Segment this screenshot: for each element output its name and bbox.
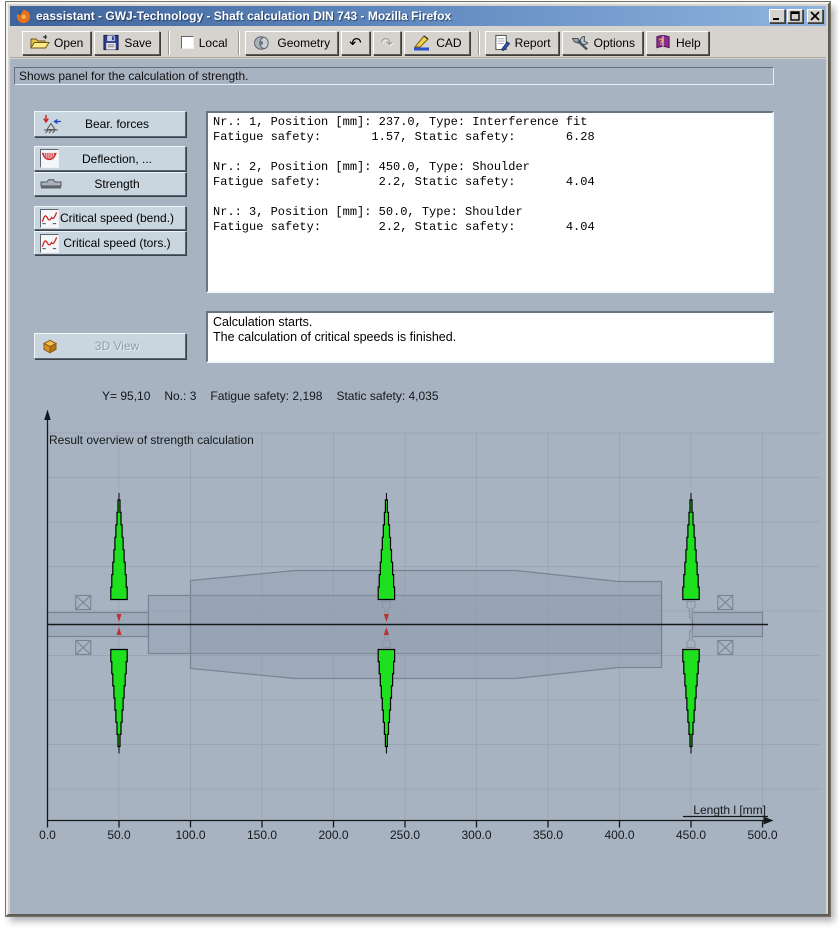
x-tick-label: 0.0 (39, 828, 56, 842)
x-tick-label: 500.0 (747, 828, 777, 842)
help-book-icon: ? (654, 34, 672, 51)
titlebar[interactable]: eassistant - GWJ-Technology - Shaft calc… (10, 6, 826, 26)
x-axis-label: Length l [mm] (693, 803, 766, 817)
undo-icon: ↶ (349, 36, 362, 50)
readout-y: Y= 95,10 (102, 389, 150, 403)
cad-label: CAD (436, 36, 461, 50)
open-folder-icon (30, 34, 50, 51)
bearing-forces-icon (40, 114, 62, 134)
x-tick-label: 50.0 (107, 828, 131, 842)
close-icon (810, 11, 820, 21)
geometry-label: Geometry (277, 36, 330, 50)
strength-shaft-icon (40, 178, 62, 190)
x-tick-label: 400.0 (604, 828, 634, 842)
critical-speed-tors-button[interactable]: Critical speed (tors.) (34, 231, 186, 255)
deflection-button[interactable]: Deflection, ... (34, 146, 186, 171)
calculation-log-textarea[interactable]: Calculation starts. The calculation of c… (206, 311, 774, 363)
app-window: eassistant - GWJ-Technology - Shaft calc… (6, 2, 830, 916)
help-button[interactable]: ? Help (646, 31, 709, 55)
local-label: Local (199, 36, 228, 50)
window-title: eassistant - GWJ-Technology - Shaft calc… (36, 9, 767, 23)
strength-results-textarea[interactable]: Nr.: 1, Position [mm]: 237.0, Type: Inte… (206, 111, 774, 293)
help-label: Help (676, 36, 701, 50)
view-3d-button[interactable]: 3D View (34, 333, 186, 359)
cursor-readout: Y= 95,10 No.: 3 Fatigue safety: 2,198 Stati… (102, 389, 453, 403)
maximize-button[interactable] (787, 9, 803, 23)
cad-button[interactable]: CAD (404, 31, 469, 55)
options-label: Options (594, 36, 635, 50)
strength-button[interactable]: Strength (34, 172, 186, 196)
x-tick-label: 100.0 (175, 828, 205, 842)
report-label: Report (515, 36, 551, 50)
main-panel: Shows panel for the calculation of stren… (10, 59, 826, 914)
x-tick-label: 300.0 (461, 828, 491, 842)
firefox-icon (16, 9, 31, 24)
status-text: Shows panel for the calculation of stren… (19, 69, 248, 83)
geometry-button[interactable]: Geometry (245, 31, 338, 55)
redo-button[interactable]: ↷ (373, 31, 402, 55)
svg-text:?: ? (658, 36, 663, 46)
toolbar-separator (478, 31, 480, 55)
open-label: Open (54, 36, 83, 50)
critical-speed-bend-icon (40, 209, 59, 228)
readout-fatigue-safety: Fatigue safety: 2,198 (210, 389, 322, 403)
options-button[interactable]: Options (562, 31, 643, 55)
save-button[interactable]: Save (94, 31, 159, 55)
save-floppy-icon (102, 34, 120, 51)
geometry-shaft-icon (253, 34, 273, 52)
x-tick-label: 350.0 (533, 828, 563, 842)
x-tick-label: 450.0 (676, 828, 706, 842)
open-button[interactable]: Open (22, 31, 91, 55)
local-checkbox[interactable] (181, 36, 194, 49)
critical-speed-tors-icon (40, 234, 59, 253)
report-button[interactable]: Report (485, 31, 559, 55)
readout-no: No.: 3 (164, 389, 196, 403)
critical-speed-bend-button[interactable]: Critical speed (bend.) (34, 206, 186, 230)
close-button[interactable] (807, 9, 823, 23)
minimize-button[interactable] (769, 9, 785, 23)
minimize-icon (772, 11, 782, 21)
toolbar: Open Save Local (10, 28, 826, 58)
local-checkbox-group[interactable]: Local (175, 31, 234, 55)
maximize-icon (790, 11, 800, 21)
toolbar-separator (168, 31, 170, 55)
deflection-icon (40, 149, 59, 168)
cube-3d-icon (40, 338, 60, 355)
x-tick-label: 200.0 (318, 828, 348, 842)
bear-forces-button[interactable]: Bear. forces (34, 111, 186, 137)
toolbar-separator (238, 31, 240, 55)
readout-static-safety: Static safety: 4,035 (336, 389, 438, 403)
undo-button[interactable]: ↶ (341, 31, 370, 55)
save-label: Save (124, 36, 151, 50)
x-tick-label: 250.0 (390, 828, 420, 842)
redo-icon: ↷ (381, 36, 394, 50)
options-tools-icon (570, 34, 590, 52)
x-tick-label: 150.0 (247, 828, 277, 842)
cad-ruler-pencil-icon (412, 34, 432, 51)
chart-title: Result overview of strength calculation (49, 433, 254, 447)
strength-overview-chart[interactable]: 0.0 50.0 100.0 150.0 200.0 250.0 300.0 350.0 400… (10, 403, 830, 913)
status-strip: Shows panel for the calculation of stren… (14, 67, 774, 85)
report-document-icon (493, 34, 511, 51)
